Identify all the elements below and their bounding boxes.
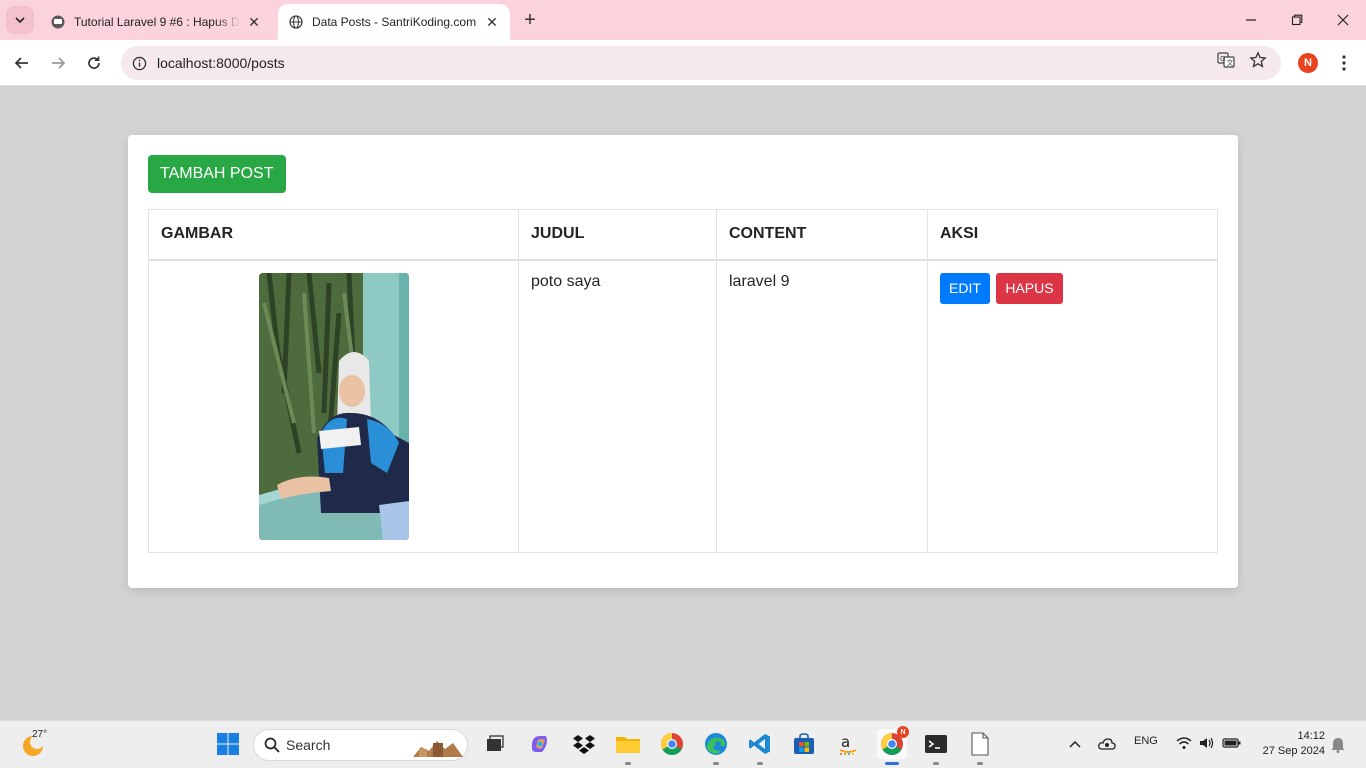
column-header-judul: JUDUL [518,209,717,261]
edge-icon [705,733,727,755]
close-icon [1337,14,1349,26]
search-placeholder: Search [286,737,331,753]
reload-button[interactable] [80,49,108,77]
svg-text:G: G [1220,55,1225,63]
tab-title: Data Posts - SantriKoding.com [312,15,477,29]
cell-content: laravel 9 [716,259,928,553]
running-indicator [977,762,983,765]
search-icon [264,737,280,753]
add-post-button[interactable]: TAMBAH POST [148,155,286,193]
cell-gambar [148,259,519,553]
globe-icon [288,14,304,30]
volume-icon[interactable] [1199,736,1215,750]
new-tab-button[interactable]: + [518,8,542,32]
notification-bell-icon[interactable] [1331,737,1345,753]
arrow-right-icon [52,57,66,69]
running-indicator [885,762,899,765]
translate-icon[interactable]: G文 [1215,49,1237,71]
amazon-icon: a [839,733,857,755]
chevron-up-icon[interactable] [1069,739,1081,749]
clock-time: 14:12 [1297,730,1325,742]
posts-table: GAMBAR JUDUL CONTENT AKSI poto saya lara… [148,209,1218,553]
edge-button[interactable] [701,729,731,765]
forward-button[interactable] [44,49,72,77]
dropbox-icon [573,735,595,754]
windows-logo-icon [217,733,239,755]
weather-temperature: 27° [32,729,48,740]
battery-icon[interactable] [1222,737,1242,749]
reload-icon [88,56,100,69]
arrow-left-icon [14,57,28,69]
taskbar-search[interactable]: Search [253,729,468,761]
file-explorer-button[interactable] [613,729,643,765]
running-indicator [713,762,719,765]
task-view-button[interactable] [479,729,509,759]
column-header-gambar: GAMBAR [148,209,519,261]
browser-menu-icon[interactable] [1334,52,1354,74]
copilot-button[interactable] [525,729,555,759]
notepad-button[interactable] [965,729,995,765]
vscode-button[interactable] [745,729,775,765]
cell-judul: poto saya [518,259,717,553]
task-view-icon [487,735,504,751]
running-indicator [757,762,763,765]
running-indicator [625,762,631,765]
tab-tutorial-laravel[interactable]: Tutorial Laravel 9 #6 : Hapus Data ✕ [40,4,272,40]
cell-aksi: EDIT HAPUS [927,259,1218,553]
cloud-sync-icon[interactable] [1098,736,1116,752]
tab-data-posts[interactable]: Data Posts - SantriKoding.com ✕ [278,4,510,40]
browser-toolbar: localhost:8000/posts G文 [0,40,1366,86]
tab-search-button[interactable] [6,6,34,34]
address-url: localhost:8000/posts [157,55,285,71]
close-window-button[interactable] [1320,0,1366,40]
delete-button[interactable]: HAPUS [996,272,1063,304]
chrome-button[interactable] [657,729,687,759]
edit-button[interactable]: EDIT [940,272,990,304]
restore-icon [1291,14,1303,26]
bookmark-star-icon[interactable] [1247,49,1269,71]
restore-button[interactable] [1274,0,1320,40]
tab-favicon-icon [50,14,66,30]
profile-badge-icon: N [897,726,909,738]
close-tab-icon[interactable]: ✕ [246,14,262,30]
tab-title: Tutorial Laravel 9 #6 : Hapus Data [74,15,240,29]
close-tab-icon[interactable]: ✕ [484,14,500,30]
document-icon [971,732,989,756]
table-header-row: GAMBAR JUDUL CONTENT AKSI [148,209,1218,261]
amazon-button[interactable]: a [833,729,863,759]
profile-avatar[interactable]: N [1298,53,1318,73]
post-image [258,272,409,540]
terminal-icon [925,735,947,753]
dropbox-button[interactable] [569,729,599,759]
back-button[interactable] [8,49,36,77]
browser-tab-strip: Tutorial Laravel 9 #6 : Hapus Data ✕ Dat… [0,0,1366,40]
posts-card: TAMBAH POST GAMBAR JUDUL CONTENT AKSI po… [128,135,1238,588]
minimize-button[interactable] [1228,0,1274,40]
chevron-down-icon [15,17,25,24]
windows-start-button[interactable] [213,729,243,759]
svg-text:a: a [841,733,850,751]
wifi-icon[interactable] [1176,736,1192,750]
microsoft-store-button[interactable] [789,729,819,759]
store-icon [794,733,814,754]
svg-text:文: 文 [1227,58,1234,67]
input-language[interactable]: ENG [1134,735,1158,747]
search-highlight-icon [413,741,463,757]
vscode-icon [749,734,770,754]
site-info-icon[interactable] [131,55,147,71]
copilot-icon [531,736,547,752]
column-header-content: CONTENT [716,209,928,261]
taskbar: 27° Search a N ENG 14:12 27 Sep 2024 [0,720,1366,768]
address-bar[interactable]: localhost:8000/posts [121,46,1281,80]
chrome-active-button[interactable]: N [877,726,909,765]
chrome-icon [661,733,683,755]
clock[interactable]: 14:12 27 Sep 2024 [1255,729,1325,759]
running-indicator [933,762,939,765]
minimize-icon [1246,19,1256,21]
column-header-aksi: AKSI [927,209,1218,261]
clock-date: 27 Sep 2024 [1262,745,1325,757]
table-row: poto saya laravel 9 EDIT HAPUS [148,259,1218,553]
terminal-button[interactable] [921,729,951,765]
folder-icon [616,737,640,753]
